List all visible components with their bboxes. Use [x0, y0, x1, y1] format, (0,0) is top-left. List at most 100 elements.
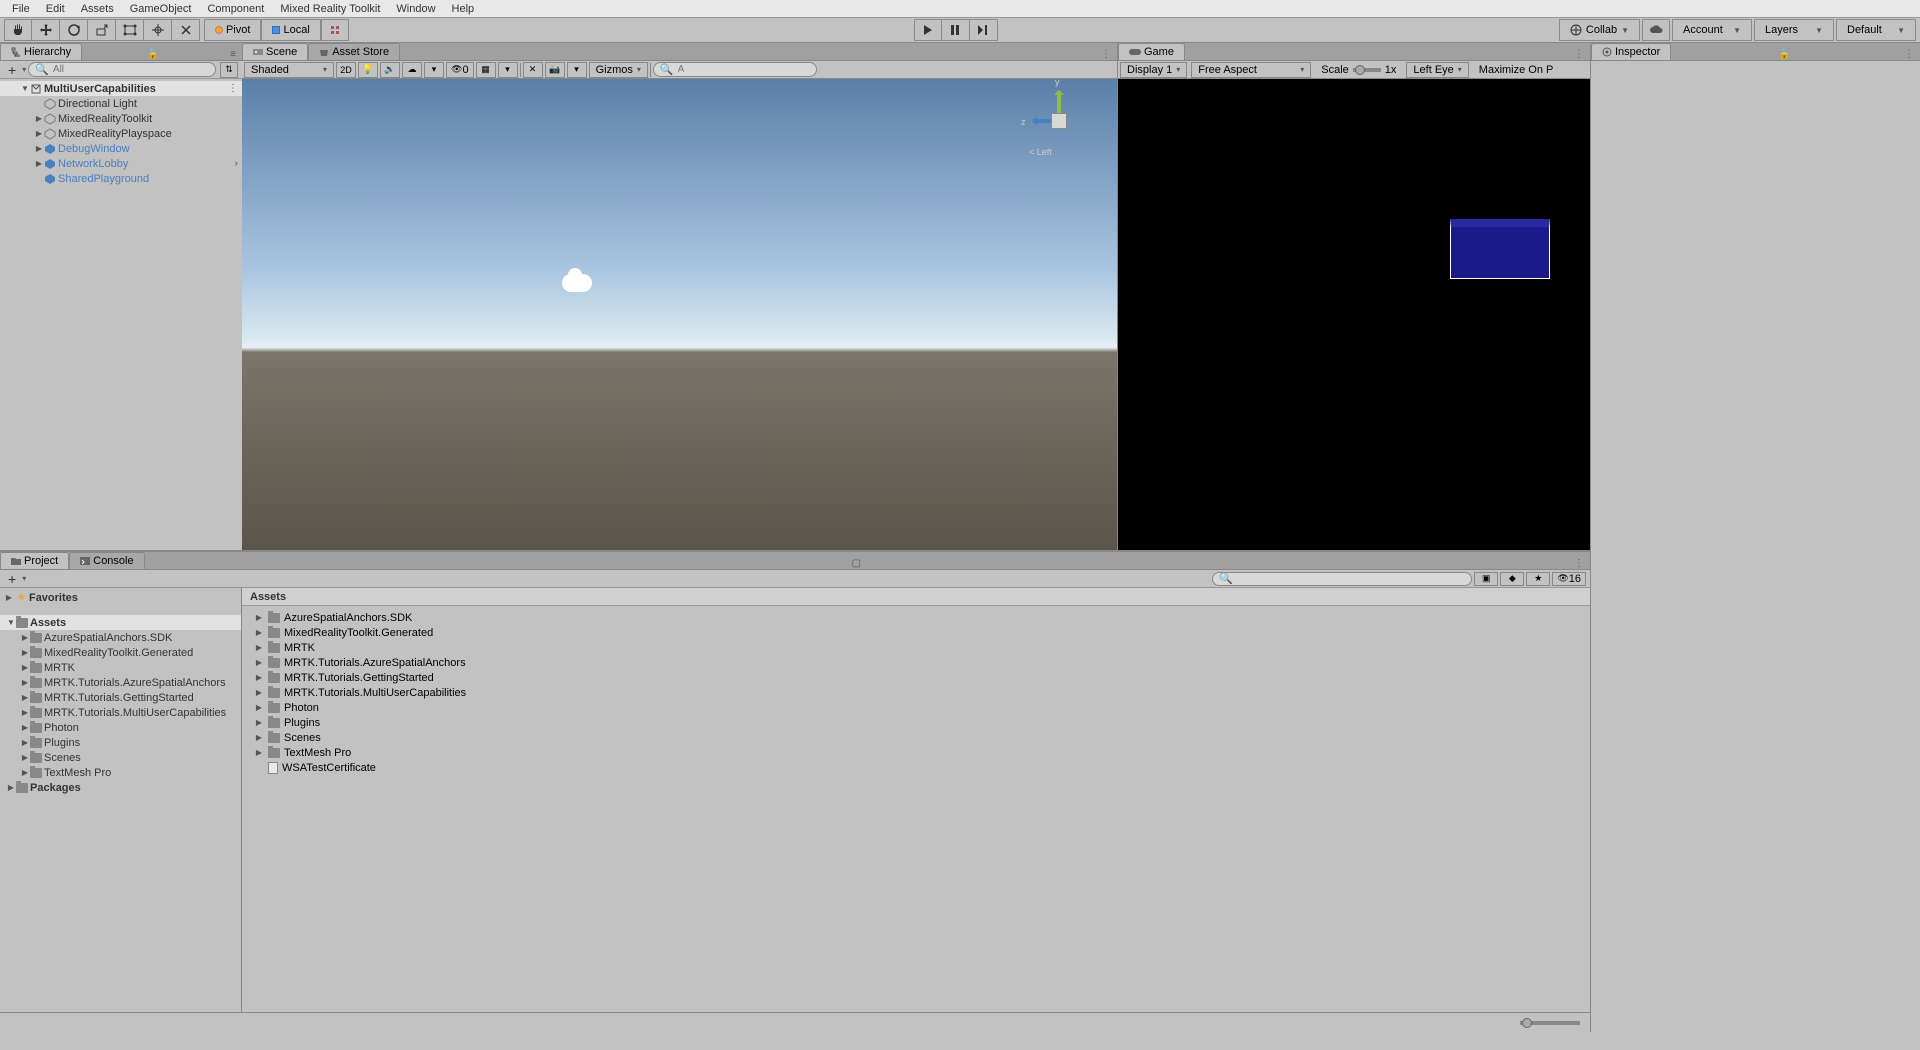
collab-button[interactable]: Collab▼: [1559, 19, 1640, 41]
menu-help[interactable]: Help: [444, 3, 483, 15]
tab-hierarchy[interactable]: Hierarchy: [0, 43, 82, 60]
expand-icon[interactable]: [254, 703, 264, 712]
project-tree-item[interactable]: AzureSpatialAnchors.SDK: [0, 630, 241, 645]
play-button[interactable]: [914, 19, 942, 41]
menu-assets[interactable]: Assets: [73, 3, 122, 15]
expand-icon[interactable]: [20, 753, 30, 762]
shading-mode-dropdown[interactable]: Shaded▾: [244, 62, 334, 78]
hierarchy-tree[interactable]: MultiUserCapabilities⋮Directional LightM…: [0, 79, 242, 550]
transform-tool[interactable]: [144, 19, 172, 41]
menu-window[interactable]: Window: [388, 3, 443, 15]
item-menu-icon[interactable]: ›: [235, 158, 238, 169]
scale-tool[interactable]: [88, 19, 116, 41]
camera-dropdown[interactable]: ▾: [567, 62, 587, 78]
layout-dropdown[interactable]: Default▼: [1836, 19, 1916, 41]
grid-dropdown[interactable]: ▾: [498, 62, 518, 78]
hierarchy-lock-icon[interactable]: 🔒: [141, 49, 165, 60]
game-viewport[interactable]: [1118, 79, 1590, 550]
account-dropdown[interactable]: Account▼: [1672, 19, 1752, 41]
asset-item[interactable]: Photon: [242, 700, 1590, 715]
filter-favorite-button[interactable]: ★: [1526, 572, 1550, 586]
expand-icon[interactable]: [6, 618, 16, 627]
fx-dropdown[interactable]: ▾: [424, 62, 444, 78]
audio-toggle[interactable]: 🔊: [380, 62, 400, 78]
move-tool[interactable]: [32, 19, 60, 41]
hierarchy-item[interactable]: SharedPlayground: [0, 171, 242, 186]
layers-dropdown[interactable]: Layers▼: [1754, 19, 1834, 41]
pivot-toggle[interactable]: Pivot: [204, 19, 261, 41]
tab-console[interactable]: Console: [69, 552, 144, 569]
filter-type-button[interactable]: ▣: [1474, 572, 1498, 586]
project-tree-item[interactable]: MRTK.Tutorials.GettingStarted: [0, 690, 241, 705]
aspect-dropdown[interactable]: Free Aspect▾: [1191, 62, 1311, 78]
project-tree-item[interactable]: TextMesh Pro: [0, 765, 241, 780]
asset-item[interactable]: Scenes: [242, 730, 1590, 745]
hidden-items-button[interactable]: 👁16: [1552, 572, 1586, 586]
scale-slider[interactable]: [1353, 68, 1381, 72]
expand-icon[interactable]: [20, 678, 30, 687]
snap-toggle[interactable]: [321, 19, 349, 41]
expand-icon[interactable]: [20, 84, 30, 93]
scene-viewport[interactable]: y z < Left: [242, 79, 1117, 550]
hierarchy-item[interactable]: Directional Light: [0, 96, 242, 111]
custom-tool[interactable]: [172, 19, 200, 41]
project-tree-item[interactable]: Scenes: [0, 750, 241, 765]
cloud-button[interactable]: [1642, 19, 1670, 41]
project-tree-item[interactable]: MRTK.Tutorials.MultiUserCapabilities: [0, 705, 241, 720]
expand-icon[interactable]: [20, 708, 30, 717]
expand-icon[interactable]: [20, 648, 30, 657]
expand-icon[interactable]: [4, 593, 14, 602]
hierarchy-search-input[interactable]: [53, 64, 209, 75]
asset-item[interactable]: MixedRealityToolkit.Generated: [242, 625, 1590, 640]
asset-item[interactable]: WSATestCertificate: [242, 760, 1590, 775]
display-dropdown[interactable]: Display 1▾: [1120, 62, 1187, 78]
asset-item[interactable]: Plugins: [242, 715, 1590, 730]
project-tree-item[interactable]: MRTK: [0, 660, 241, 675]
expand-icon[interactable]: [254, 643, 264, 652]
hand-tool[interactable]: [4, 19, 32, 41]
gizmos-dropdown[interactable]: Gizmos▾: [589, 62, 648, 78]
hierarchy-item[interactable]: MixedRealityPlayspace: [0, 126, 242, 141]
scene-search[interactable]: 🔍: [653, 62, 817, 77]
expand-icon[interactable]: [254, 718, 264, 727]
project-sidebar[interactable]: ★ Favorites AssetsAzureSpatialAnchors.SD…: [0, 588, 242, 1012]
asset-item[interactable]: MRTK.Tutorials.AzureSpatialAnchors: [242, 655, 1590, 670]
expand-icon[interactable]: [254, 748, 264, 757]
hierarchy-item[interactable]: NetworkLobby›: [0, 156, 242, 171]
project-dock-icon[interactable]: ▢: [846, 558, 867, 569]
local-toggle[interactable]: Local: [261, 19, 320, 41]
menu-gameobject[interactable]: GameObject: [122, 3, 200, 15]
tab-game[interactable]: Game: [1118, 43, 1185, 60]
hierarchy-menu-icon[interactable]: ≡: [224, 49, 242, 60]
expand-icon[interactable]: [34, 114, 44, 123]
project-breadcrumb[interactable]: Assets: [242, 588, 1590, 606]
expand-icon[interactable]: [34, 144, 44, 153]
expand-icon[interactable]: [254, 658, 264, 667]
project-tree-item[interactable]: Photon: [0, 720, 241, 735]
menu-file[interactable]: File: [4, 3, 38, 15]
expand-icon[interactable]: [20, 723, 30, 732]
rotate-tool[interactable]: [60, 19, 88, 41]
grid-toggle[interactable]: ▦: [476, 62, 496, 78]
rect-tool[interactable]: [116, 19, 144, 41]
expand-icon[interactable]: [20, 663, 30, 672]
asset-item[interactable]: MRTK.Tutorials.GettingStarted: [242, 670, 1590, 685]
menu-mrtk[interactable]: Mixed Reality Toolkit: [272, 3, 388, 15]
hierarchy-item[interactable]: MixedRealityToolkit: [0, 111, 242, 126]
project-search[interactable]: 🔍: [1212, 572, 1472, 586]
expand-icon[interactable]: [254, 688, 264, 697]
hierarchy-item[interactable]: DebugWindow: [0, 141, 242, 156]
expand-icon[interactable]: [20, 693, 30, 702]
project-tree-item[interactable]: Plugins: [0, 735, 241, 750]
scene-search-input[interactable]: [678, 64, 810, 75]
favorites-row[interactable]: ★ Favorites: [0, 590, 241, 605]
project-menu-icon[interactable]: ⋮: [1568, 558, 1590, 569]
expand-icon[interactable]: [20, 633, 30, 642]
2d-toggle[interactable]: 2D: [336, 62, 356, 78]
fx-toggle[interactable]: ☁: [402, 62, 422, 78]
scene-menu-icon[interactable]: ⋮: [1095, 49, 1117, 60]
menu-component[interactable]: Component: [199, 3, 272, 15]
asset-list[interactable]: AzureSpatialAnchors.SDKMixedRealityToolk…: [242, 606, 1590, 1012]
asset-item[interactable]: AzureSpatialAnchors.SDK: [242, 610, 1590, 625]
expand-icon[interactable]: [34, 129, 44, 138]
